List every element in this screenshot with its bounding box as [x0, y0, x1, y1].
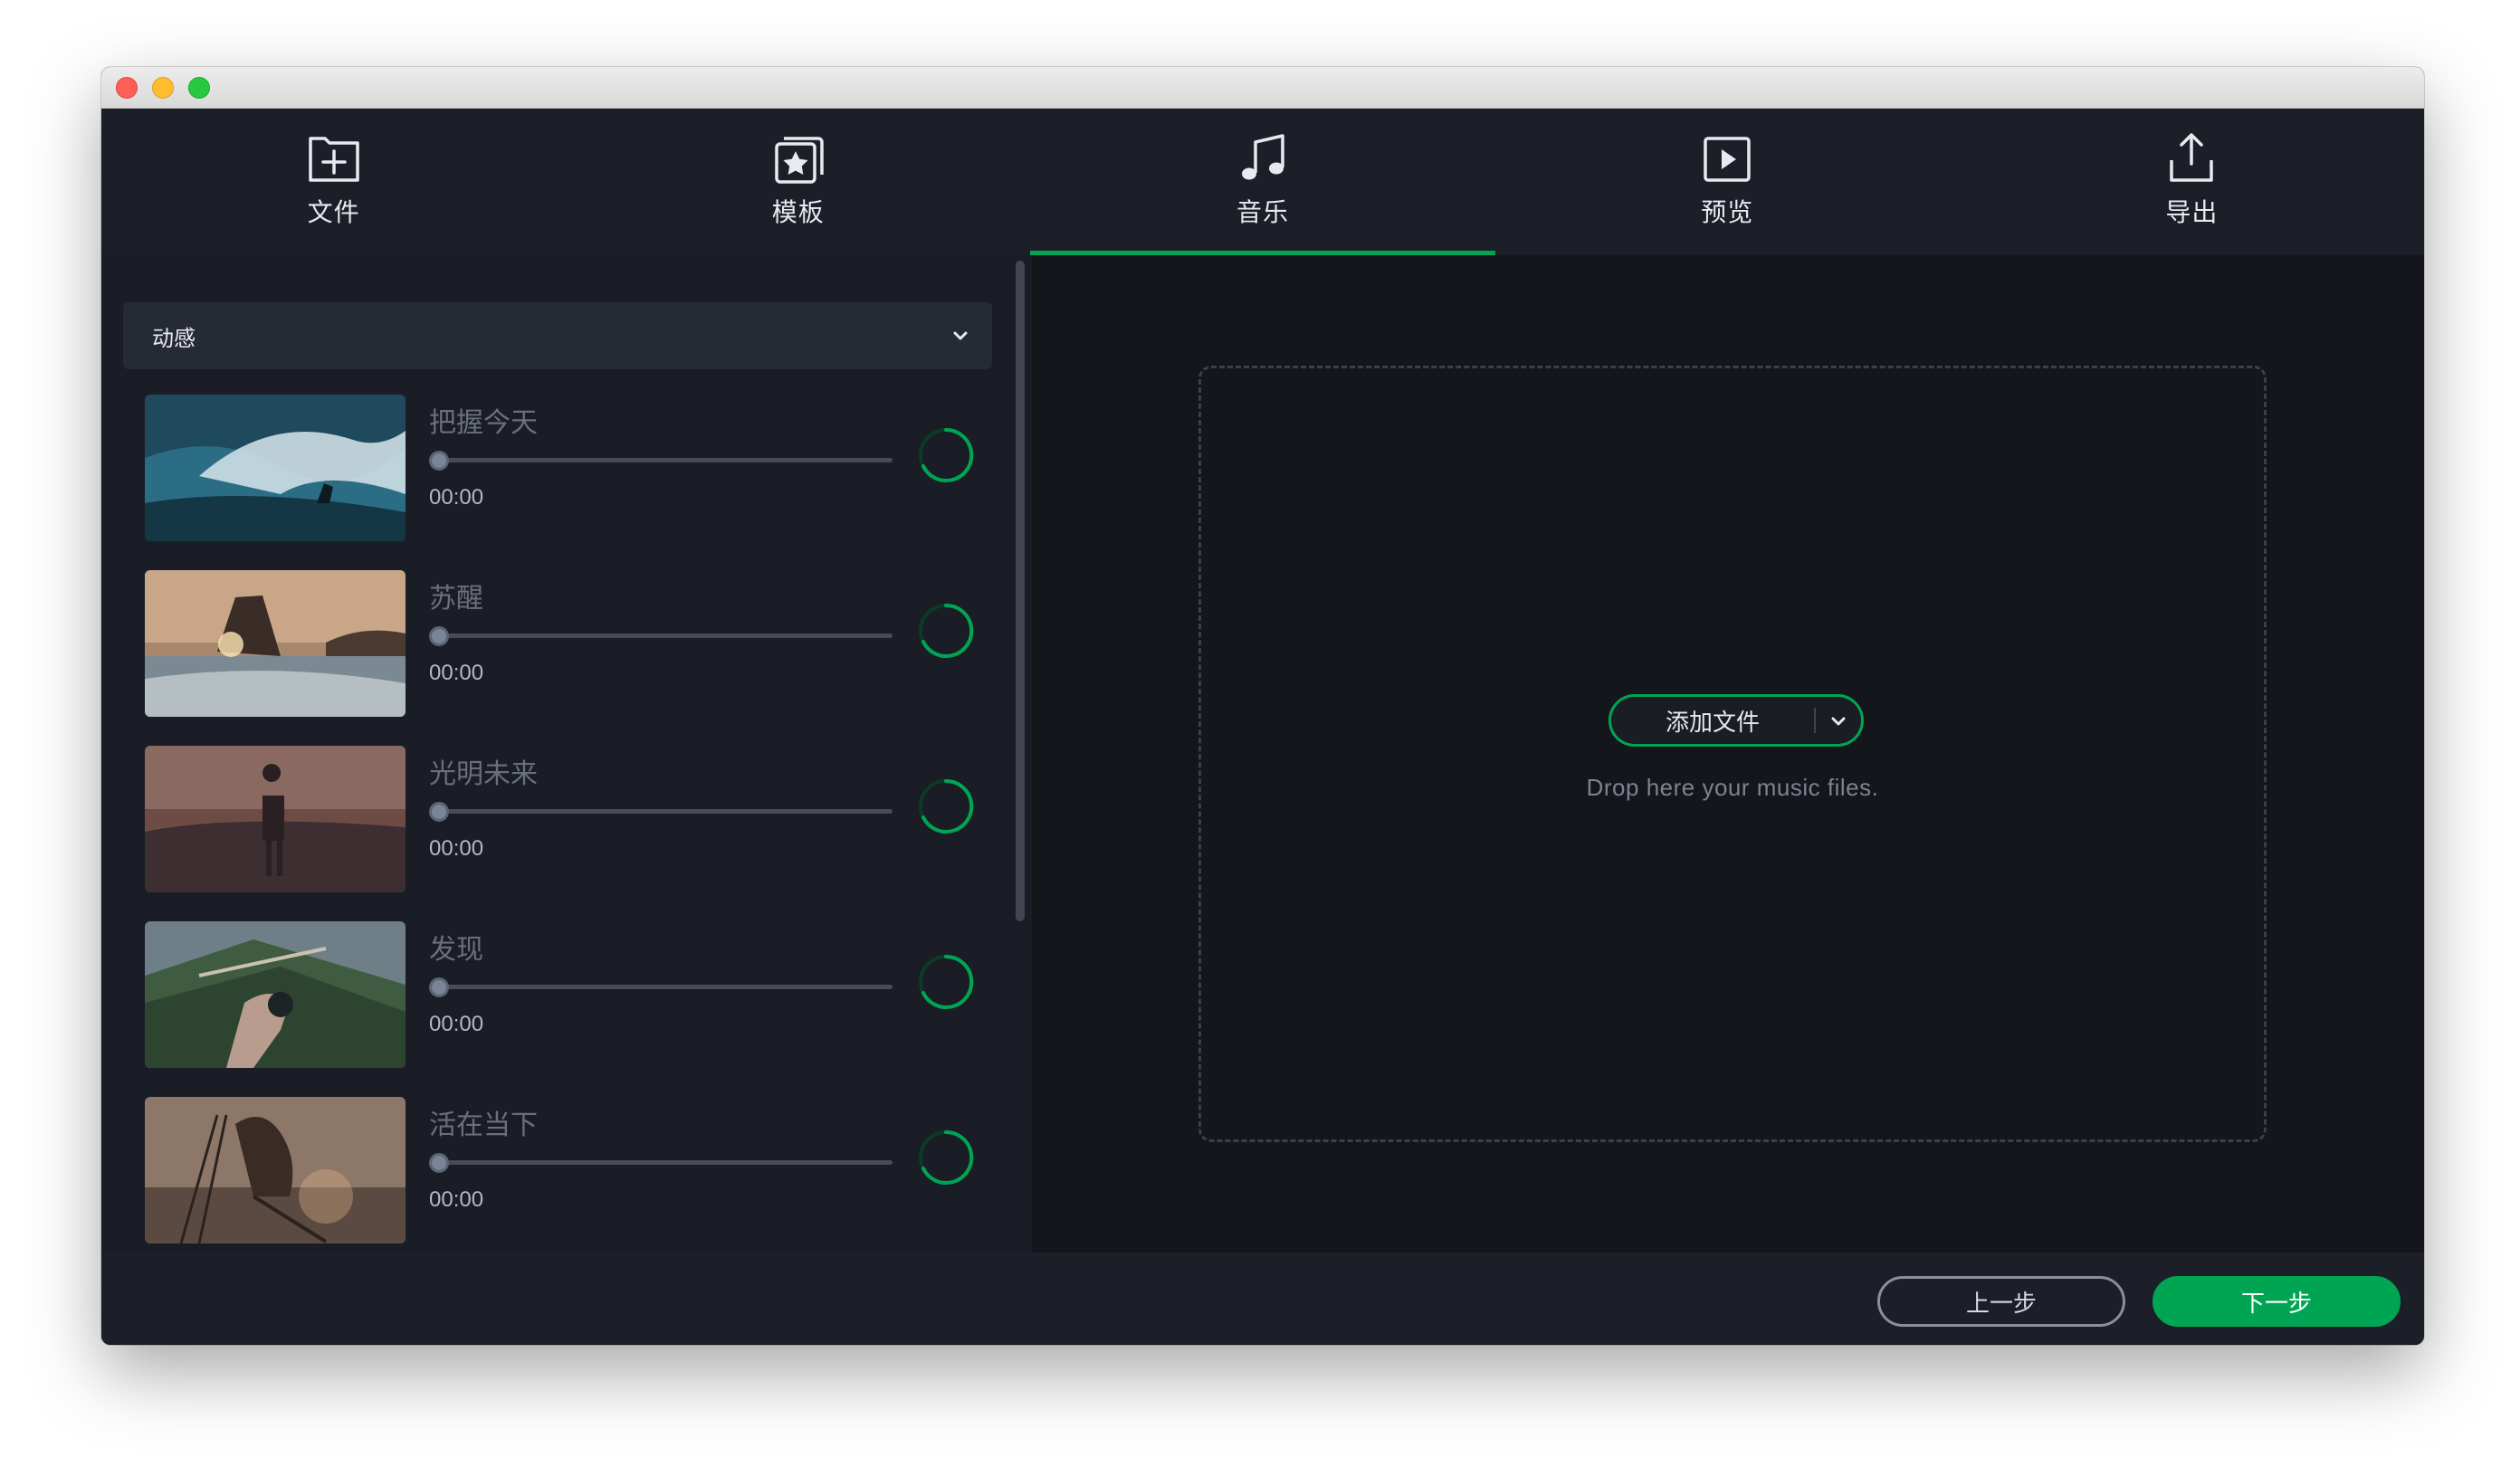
play-preview-icon — [1704, 137, 1751, 182]
track-item[interactable]: 苏醒 00:00 — [145, 570, 1014, 746]
track-thumbnail — [145, 1097, 406, 1244]
loading-spinner-icon — [919, 954, 974, 1009]
zoom-button[interactable] — [188, 77, 210, 99]
app-window: 文件 模板 音乐 预览 导出 动感 把握今天 00:00 苏醒 00:00 光明… — [101, 67, 2424, 1345]
track-progress-bar[interactable] — [434, 634, 892, 638]
track-item[interactable]: 把握今天 00:00 — [145, 395, 1014, 570]
loading-spinner-icon — [919, 778, 974, 834]
track-progress-handle[interactable] — [429, 802, 449, 822]
tab-preview[interactable]: 预览 — [1495, 109, 1960, 255]
tab-export-label: 导出 — [2165, 198, 2219, 226]
track-progress-handle[interactable] — [429, 977, 449, 997]
add-file-button[interactable]: 添加文件 — [1608, 694, 1864, 747]
track-thumbnail — [145, 921, 406, 1068]
track-thumbnail — [145, 746, 406, 892]
track-time: 00:00 — [429, 1012, 484, 1036]
close-button[interactable] — [116, 77, 138, 99]
button-divider — [1814, 708, 1816, 733]
loading-spinner-icon — [919, 603, 974, 658]
track-progress-bar[interactable] — [434, 1160, 892, 1165]
track-time: 00:00 — [429, 485, 484, 510]
music-dropzone[interactable]: 添加文件 Drop here your music files. — [1198, 366, 2267, 1142]
track-item[interactable]: 发现 00:00 — [145, 921, 1014, 1097]
track-progress-bar[interactable] — [434, 985, 892, 989]
loading-spinner-icon — [919, 427, 974, 482]
tab-templates[interactable]: 模板 — [566, 109, 1030, 255]
track-thumbnail — [145, 395, 406, 541]
track-progress-handle[interactable] — [429, 1153, 449, 1173]
track-list: 把握今天 00:00 苏醒 00:00 光明未来 00:00 发现 00:00 … — [145, 395, 1014, 1253]
music-library-panel: 动感 把握今天 00:00 苏醒 00:00 光明未来 00:00 发现 00:… — [101, 255, 1032, 1253]
track-item[interactable]: 活在当下 00:00 — [145, 1097, 1014, 1253]
track-title: 活在当下 — [429, 1110, 538, 1140]
track-title: 苏醒 — [429, 584, 483, 614]
minimize-button[interactable] — [152, 77, 174, 99]
track-progress-bar[interactable] — [434, 458, 892, 462]
category-select[interactable]: 动感 — [123, 302, 992, 369]
previous-step-button[interactable]: 上一步 — [1877, 1276, 2125, 1327]
track-time: 00:00 — [429, 1187, 484, 1212]
track-title: 发现 — [429, 935, 483, 965]
add-folder-icon — [308, 137, 359, 182]
chevron-down-icon[interactable] — [1827, 710, 1850, 733]
tab-music[interactable]: 音乐 — [1030, 109, 1495, 255]
tab-templates-label: 模板 — [771, 198, 825, 226]
track-title: 光明未来 — [429, 759, 538, 789]
track-thumbnail — [145, 570, 406, 717]
track-item[interactable]: 光明未来 00:00 — [145, 746, 1014, 921]
next-step-button[interactable]: 下一步 — [2152, 1276, 2401, 1327]
add-file-label: 添加文件 — [1665, 708, 1760, 736]
track-progress-handle[interactable] — [429, 626, 449, 646]
export-upload-icon — [2170, 133, 2214, 182]
scrollbar[interactable] — [1016, 261, 1025, 921]
track-progress-handle[interactable] — [429, 451, 449, 471]
tab-preview-label: 预览 — [1701, 198, 1754, 226]
tab-music-label: 音乐 — [1236, 198, 1290, 226]
music-drop-panel: 添加文件 Drop here your music files. — [1032, 255, 2424, 1253]
loading-spinner-icon — [919, 1129, 974, 1185]
template-star-icon — [775, 137, 824, 184]
tab-files[interactable]: 文件 — [101, 109, 566, 255]
footer-bar: 上一步 下一步 — [101, 1253, 2424, 1345]
chevron-down-icon — [953, 331, 968, 340]
top-navigation: 文件 模板 音乐 预览 导出 — [101, 109, 2424, 255]
title-bar — [101, 67, 2424, 109]
tab-files-label: 文件 — [307, 198, 360, 226]
drop-hint-text: Drop here your music files. — [1586, 774, 1879, 801]
category-select-value: 动感 — [152, 326, 196, 351]
track-time: 00:00 — [429, 836, 484, 861]
music-note-icon — [1242, 134, 1284, 180]
track-title: 把握今天 — [429, 408, 538, 438]
track-progress-bar[interactable] — [434, 809, 892, 814]
track-time: 00:00 — [429, 661, 484, 685]
tab-export[interactable]: 导出 — [1960, 109, 2424, 255]
